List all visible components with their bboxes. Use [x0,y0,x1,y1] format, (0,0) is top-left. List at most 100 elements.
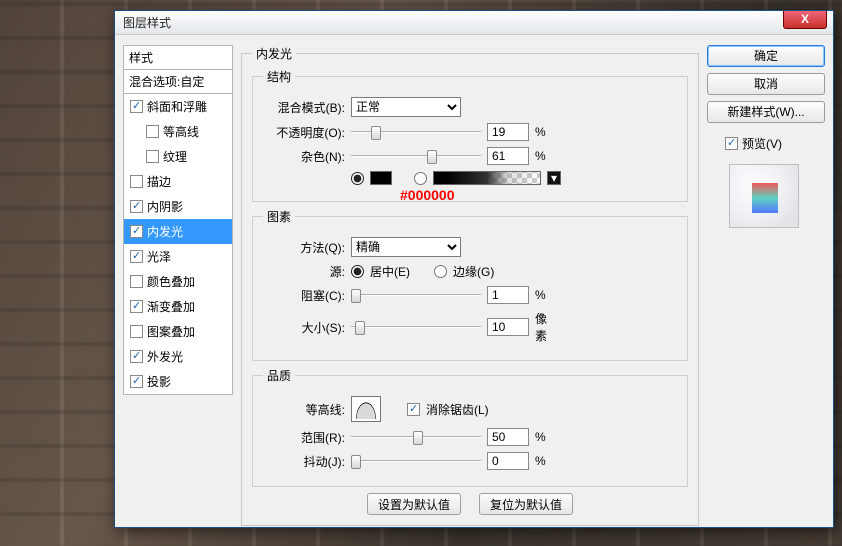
color-swatch[interactable] [370,171,392,185]
style-item-checkbox[interactable] [130,100,143,113]
range-slider[interactable] [351,430,481,444]
color-hex-annotation: #000000 [400,187,455,203]
style-item-checkbox[interactable] [130,300,143,313]
style-item-5[interactable]: 内发光 [124,219,232,244]
right-panel: 确定 取消 新建样式(W)... 预览(V) [707,45,825,517]
gradient-dropdown-icon[interactable]: ▾ [547,171,561,185]
size-label: 大小(S): [263,319,345,336]
style-item-checkbox[interactable] [130,175,143,188]
style-item-label: 颜色叠加 [147,273,195,290]
style-item-7[interactable]: 颜色叠加 [124,269,232,294]
cancel-button[interactable]: 取消 [707,73,825,95]
gradient-preview[interactable] [433,171,541,185]
range-input[interactable] [487,428,529,446]
noise-input[interactable] [487,147,529,165]
range-label: 范围(R): [263,429,345,446]
style-list: 斜面和浮雕等高线纹理描边内阴影内发光光泽颜色叠加渐变叠加图案叠加外发光投影 [123,94,233,395]
blend-options-header[interactable]: 混合选项:自定 [123,70,233,94]
quality-legend: 品质 [263,367,295,384]
method-select[interactable]: 精确 [351,237,461,257]
style-item-checkbox[interactable] [130,250,143,263]
style-item-checkbox[interactable] [130,325,143,338]
size-input[interactable] [487,318,529,336]
opacity-input[interactable] [487,123,529,141]
style-item-checkbox[interactable] [130,275,143,288]
jitter-input[interactable] [487,452,529,470]
style-item-3[interactable]: 描边 [124,169,232,194]
style-item-label: 等高线 [163,123,199,140]
titlebar[interactable]: 图层样式 X [115,11,833,35]
jitter-label: 抖动(J): [263,453,345,470]
method-label: 方法(Q): [263,239,345,256]
source-label: 源: [263,263,345,280]
source-edge-radio[interactable] [434,265,447,278]
antialias-checkbox[interactable] [407,403,420,416]
choke-input[interactable] [487,286,529,304]
source-center-radio[interactable] [351,265,364,278]
color-radio-solid[interactable] [351,172,364,185]
style-item-label: 内阴影 [147,198,183,215]
contour-picker[interactable] [351,396,381,422]
style-item-10[interactable]: 外发光 [124,344,232,369]
style-item-2[interactable]: 纹理 [124,144,232,169]
noise-slider[interactable] [351,149,481,163]
structure-legend: 结构 [263,68,295,85]
set-default-button[interactable]: 设置为默认值 [367,493,461,515]
preview-thumbnail [729,164,799,228]
element-group: 图素 方法(Q): 精确 源: 居中(E) 边缘(G) [252,208,688,361]
styles-header[interactable]: 样式 [123,45,233,70]
choke-label: 阻塞(C): [263,287,345,304]
new-style-button[interactable]: 新建样式(W)... [707,101,825,123]
contour-label: 等高线: [263,401,345,418]
blend-mode-select[interactable]: 正常 [351,97,461,117]
style-item-label: 光泽 [147,248,171,265]
layer-style-dialog: 图层样式 X 样式 混合选项:自定 斜面和浮雕等高线纹理描边内阴影内发光光泽颜色… [114,10,834,528]
opacity-unit: % [535,125,557,139]
style-item-6[interactable]: 光泽 [124,244,232,269]
preview-checkbox[interactable] [725,137,738,150]
source-edge-label: 边缘(G) [453,263,494,280]
style-item-label: 投影 [147,373,171,390]
style-item-checkbox[interactable] [146,125,159,138]
style-item-label: 纹理 [163,148,187,165]
opacity-slider[interactable] [351,125,481,139]
style-item-checkbox[interactable] [146,150,159,163]
jitter-slider[interactable] [351,454,481,468]
style-item-label: 斜面和浮雕 [147,98,207,115]
size-slider[interactable] [351,320,481,334]
preview-label: 预览(V) [742,135,782,152]
style-item-label: 外发光 [147,348,183,365]
style-item-checkbox[interactable] [130,350,143,363]
style-item-label: 渐变叠加 [147,298,195,315]
style-sidebar: 样式 混合选项:自定 斜面和浮雕等高线纹理描边内阴影内发光光泽颜色叠加渐变叠加图… [123,45,233,517]
style-item-9[interactable]: 图案叠加 [124,319,232,344]
choke-unit: % [535,288,557,302]
style-item-8[interactable]: 渐变叠加 [124,294,232,319]
opacity-label: 不透明度(O): [263,124,345,141]
size-unit: 像素 [535,310,557,344]
style-item-label: 描边 [147,173,171,190]
style-item-checkbox[interactable] [130,200,143,213]
noise-unit: % [535,149,557,163]
range-unit: % [535,430,557,444]
reset-default-button[interactable]: 复位为默认值 [479,493,573,515]
jitter-unit: % [535,454,557,468]
style-item-checkbox[interactable] [130,225,143,238]
close-button[interactable]: X [783,11,827,29]
color-radio-gradient[interactable] [414,172,427,185]
settings-panel: 内发光 结构 混合模式(B): 正常 不透明度(O): % 杂色(N): [241,45,699,517]
style-item-0[interactable]: 斜面和浮雕 [124,94,232,119]
style-item-checkbox[interactable] [130,375,143,388]
noise-label: 杂色(N): [263,148,345,165]
ok-button[interactable]: 确定 [707,45,825,67]
element-legend: 图素 [263,208,295,225]
style-item-4[interactable]: 内阴影 [124,194,232,219]
blend-mode-label: 混合模式(B): [263,99,345,116]
choke-slider[interactable] [351,288,481,302]
style-item-1[interactable]: 等高线 [124,119,232,144]
quality-group: 品质 等高线: 消除锯齿(L) 范围(R): % [252,367,688,487]
style-item-label: 图案叠加 [147,323,195,340]
style-item-11[interactable]: 投影 [124,369,232,394]
structure-group: 结构 混合模式(B): 正常 不透明度(O): % 杂色(N): [252,68,688,202]
dialog-body: 样式 混合选项:自定 斜面和浮雕等高线纹理描边内阴影内发光光泽颜色叠加渐变叠加图… [115,35,833,527]
